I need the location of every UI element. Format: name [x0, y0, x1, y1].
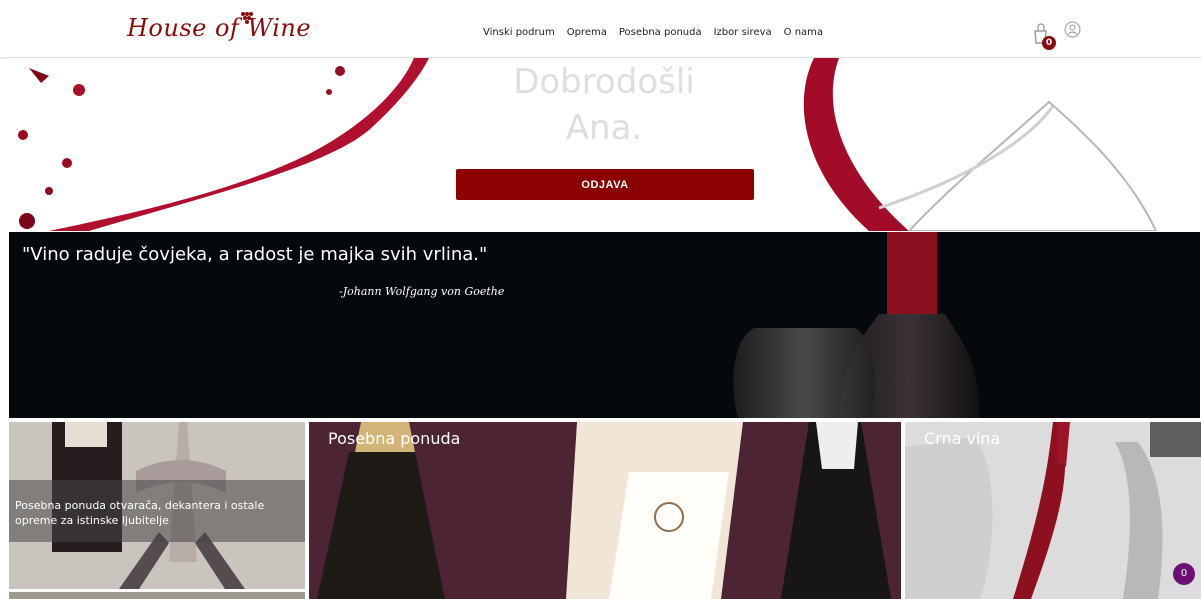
nav-item-cheese-selection[interactable]: Izbor sireva [714, 27, 772, 38]
user-name-title: Ana. [565, 108, 643, 148]
quote-banner: "Vino raduje čovjeka, a radost je majka … [9, 232, 1200, 418]
equipment-offer-tile[interactable]: Posebna ponuda otvarača, dekantera i ost… [9, 422, 305, 589]
quote-text: "Vino raduje čovjeka, a radost je majka … [22, 244, 488, 265]
nav-item-wine-cellar[interactable]: Vinski podrum [483, 27, 555, 38]
red-wines-tile[interactable]: Crna vina [905, 422, 1201, 599]
logout-button[interactable]: ODJAVA [456, 169, 754, 200]
special-offer-tile[interactable]: Posebna ponuda [309, 422, 901, 599]
quote-author: -Johann Wolfgang von Goethe [339, 285, 505, 298]
nav-item-about[interactable]: O nama [784, 27, 823, 38]
site-header: House of Wine Vinski podrum Oprema Poseb… [0, 0, 1201, 58]
grapes-icon [241, 12, 253, 24]
user-account-icon[interactable] [1064, 21, 1081, 38]
main-navigation: Vinski podrum Oprema Posebna ponuda Izbo… [483, 27, 823, 38]
special-offer-title: Posebna ponuda [328, 429, 461, 448]
welcome-hero: Dobrodošli Ana. ODJAVA [9, 58, 1199, 231]
red-wine-pour-decoration [905, 422, 1201, 599]
nav-item-special-offer[interactable]: Posebna ponuda [619, 27, 702, 38]
site-logo[interactable]: House of Wine [127, 14, 311, 42]
wine-bottles-decoration [317, 422, 891, 599]
chat-button[interactable]: 0 [1173, 563, 1195, 585]
red-wines-title: Crna vina [924, 429, 1001, 448]
nav-item-equipment[interactable]: Oprema [567, 27, 607, 38]
welcome-title: Dobrodošli [513, 62, 695, 102]
next-tile-peek [9, 592, 305, 599]
equipment-caption: Posebna ponuda otvarača, dekantera i ost… [15, 499, 265, 527]
cart-count-badge: 0 [1042, 36, 1056, 50]
